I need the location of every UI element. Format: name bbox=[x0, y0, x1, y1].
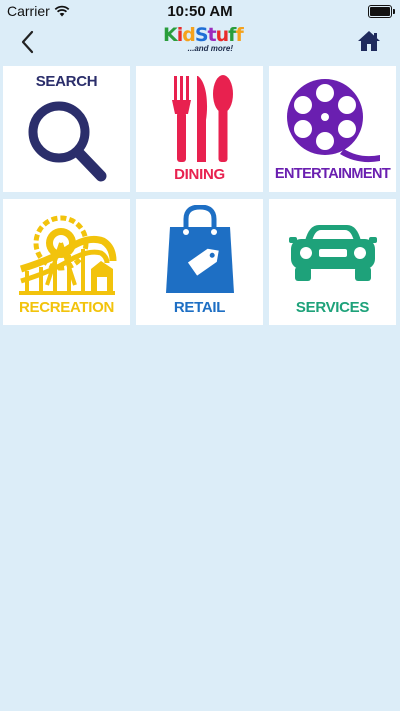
tile-label-services: SERVICES bbox=[295, 299, 370, 316]
fork-knife-spoon-icon bbox=[172, 75, 233, 162]
home-icon bbox=[358, 31, 380, 51]
clock: 10:50 AM bbox=[167, 3, 233, 20]
tile-entertainment[interactable]: ENTERTAINMENT bbox=[269, 66, 396, 192]
roller-coaster-icon bbox=[19, 215, 117, 295]
tile-label-entertainment: ENTERTAINMENT bbox=[274, 166, 391, 182]
magnifier-icon bbox=[28, 101, 107, 182]
nav-bar: KidStuff ...and more! bbox=[0, 22, 400, 62]
logo-wordmark: KidStuff bbox=[163, 24, 244, 46]
tile-search[interactable]: SEARCH bbox=[3, 66, 130, 192]
car-icon bbox=[289, 225, 377, 281]
tile-dining[interactable]: DINING bbox=[136, 66, 263, 192]
back-button[interactable] bbox=[14, 28, 42, 56]
home-button[interactable] bbox=[356, 28, 382, 54]
tile-label-recreation: RECREATION bbox=[18, 299, 115, 316]
shopping-bag-icon bbox=[166, 205, 234, 293]
chevron-left-icon bbox=[21, 30, 34, 54]
tile-recreation[interactable]: RECREATION bbox=[3, 199, 130, 325]
tile-label-dining: DINING bbox=[174, 166, 225, 183]
tile-services[interactable]: SERVICES bbox=[269, 199, 396, 325]
kidstuff-logo: KidStuff ...and more! bbox=[163, 24, 244, 62]
tile-label-search: SEARCH bbox=[35, 73, 98, 90]
battery-icon bbox=[368, 5, 395, 18]
tile-retail[interactable]: RETAIL bbox=[136, 199, 263, 325]
status-bar: Carrier 10:50 AM bbox=[0, 0, 400, 22]
film-reel-icon bbox=[287, 79, 380, 163]
tile-label-retail: RETAIL bbox=[173, 299, 226, 316]
